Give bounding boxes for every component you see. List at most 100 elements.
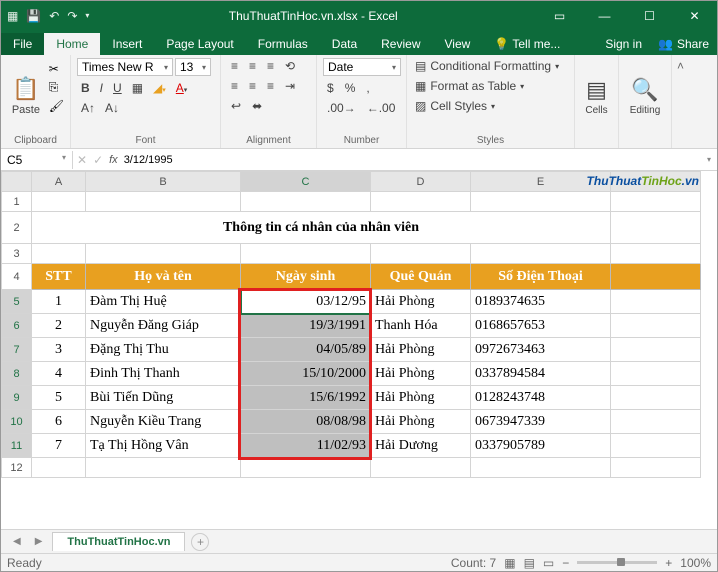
zoom-out-icon[interactable]: − xyxy=(562,556,569,570)
cell[interactable]: 11/02/93 xyxy=(241,434,371,458)
font-name-combo[interactable]: Times New R▾ xyxy=(77,58,173,76)
cell[interactable]: Bùi Tiến Dũng xyxy=(86,386,241,410)
cell[interactable] xyxy=(611,192,701,212)
cell[interactable]: Hải Phòng xyxy=(371,362,471,386)
cell[interactable]: 08/08/98 xyxy=(241,410,371,434)
align-right-icon[interactable]: ≡ xyxy=(263,78,278,94)
cell[interactable]: 0189374635 xyxy=(471,290,611,314)
cell[interactable]: 0673947339 xyxy=(471,410,611,434)
font-color-button[interactable]: A▾ xyxy=(172,80,192,96)
row-header[interactable]: 6 xyxy=(2,314,32,338)
bold-button[interactable]: B xyxy=(77,80,94,96)
cell[interactable]: Hải Phòng xyxy=(371,290,471,314)
cell[interactable]: 19/3/1991 xyxy=(241,314,371,338)
cell[interactable]: 0337905789 xyxy=(471,434,611,458)
italic-button[interactable]: I xyxy=(96,80,107,96)
cell[interactable]: Nguyễn Đăng Giáp xyxy=(86,314,241,338)
grow-font-button[interactable]: A↑ xyxy=(77,100,99,116)
editing-button[interactable]: 🔍Editing xyxy=(625,58,665,134)
row-header[interactable]: 3 xyxy=(2,244,32,264)
expand-formula-icon[interactable]: ▾ xyxy=(701,155,717,164)
comma-icon[interactable]: , xyxy=(362,80,373,96)
align-bottom-icon[interactable]: ≡ xyxy=(263,58,278,74)
cell[interactable]: 0972673463 xyxy=(471,338,611,362)
cell[interactable]: Hải Phòng xyxy=(371,386,471,410)
tab-insert[interactable]: Insert xyxy=(100,33,154,55)
border-button[interactable]: ▦ xyxy=(128,80,147,96)
currency-icon[interactable]: $ xyxy=(323,80,338,96)
cell[interactable]: Quê Quán xyxy=(371,264,471,290)
sheet-tab[interactable]: ThuThuatTinHoc.vn xyxy=(52,532,185,551)
tell-me[interactable]: 💡 Tell me... xyxy=(482,33,572,55)
cell[interactable]: Ngày sinh xyxy=(241,264,371,290)
cell[interactable] xyxy=(611,386,701,410)
cell[interactable] xyxy=(241,244,371,264)
col-header[interactable]: C xyxy=(241,172,371,192)
save-icon[interactable]: 💾 xyxy=(26,9,41,23)
minimize-button[interactable]: — xyxy=(582,1,627,30)
row-header[interactable]: 12 xyxy=(2,458,32,478)
cell[interactable] xyxy=(371,192,471,212)
cell[interactable] xyxy=(471,458,611,478)
cell[interactable] xyxy=(241,458,371,478)
row-header[interactable]: 2 xyxy=(2,212,32,244)
number-format-combo[interactable]: Date▾ xyxy=(323,58,401,76)
close-button[interactable]: ✕ xyxy=(672,1,717,30)
cell[interactable]: 7 xyxy=(32,434,86,458)
collapse-ribbon-icon[interactable]: ˄ xyxy=(671,55,689,148)
format-painter-icon[interactable]: 🖌 xyxy=(49,99,64,113)
cell[interactable] xyxy=(371,244,471,264)
paste-button[interactable]: 📋 Paste xyxy=(7,58,45,134)
cell[interactable]: Hải Dương xyxy=(371,434,471,458)
cell[interactable] xyxy=(611,212,701,244)
cell[interactable] xyxy=(611,290,701,314)
format-as-table-button[interactable]: ▦Format as Table ▾ xyxy=(413,78,568,94)
tab-formulas[interactable]: Formulas xyxy=(246,33,320,55)
tab-view[interactable]: View xyxy=(433,33,483,55)
cells-button[interactable]: ▤Cells xyxy=(581,58,612,134)
cell[interactable]: Đặng Thị Thu xyxy=(86,338,241,362)
tab-nav-prev-icon[interactable]: ◀ xyxy=(9,536,25,547)
cell[interactable]: Tạ Thị Hồng Vân xyxy=(86,434,241,458)
align-middle-icon[interactable]: ≡ xyxy=(245,58,260,74)
cell[interactable]: Họ và tên xyxy=(86,264,241,290)
copy-icon[interactable]: ⎘ xyxy=(49,80,64,95)
col-header[interactable] xyxy=(2,172,32,192)
cell[interactable]: 3 xyxy=(32,338,86,362)
cell[interactable] xyxy=(611,244,701,264)
cell[interactable]: Hải Phòng xyxy=(371,410,471,434)
title-cell[interactable]: Thông tin cá nhân của nhân viên xyxy=(32,212,611,244)
cell[interactable] xyxy=(371,458,471,478)
enter-icon[interactable]: ✓ xyxy=(93,153,103,167)
cell[interactable] xyxy=(611,410,701,434)
merge-button[interactable]: ⬌ xyxy=(248,98,266,114)
percent-icon[interactable]: % xyxy=(341,80,360,96)
cell[interactable]: 03/12/95 xyxy=(241,290,371,314)
fill-color-button[interactable]: ◢▾ xyxy=(149,80,170,96)
cell[interactable]: 0168657653 xyxy=(471,314,611,338)
row-header[interactable]: 8 xyxy=(2,362,32,386)
align-center-icon[interactable]: ≡ xyxy=(245,78,260,94)
cell[interactable]: Nguyễn Kiều Trang xyxy=(86,410,241,434)
row-header[interactable]: 9 xyxy=(2,386,32,410)
cell[interactable]: Hải Phòng xyxy=(371,338,471,362)
cell[interactable]: 6 xyxy=(32,410,86,434)
worksheet-grid[interactable]: ABCDE 12Thông tin cá nhân của nhân viên3… xyxy=(1,171,717,543)
shrink-font-button[interactable]: A↓ xyxy=(101,100,123,116)
row-header[interactable]: 1 xyxy=(2,192,32,212)
wrap-text-button[interactable]: ↩ xyxy=(227,98,245,114)
cell[interactable]: 15/10/2000 xyxy=(241,362,371,386)
cell[interactable]: Thanh Hóa xyxy=(371,314,471,338)
tab-review[interactable]: Review xyxy=(369,33,432,55)
tab-data[interactable]: Data xyxy=(320,33,369,55)
cell[interactable]: 15/6/1992 xyxy=(241,386,371,410)
align-top-icon[interactable]: ≡ xyxy=(227,58,242,74)
undo-icon[interactable]: ↶ xyxy=(49,9,59,23)
col-header[interactable]: B xyxy=(86,172,241,192)
fx-icon[interactable]: fx xyxy=(109,154,118,166)
zoom-in-icon[interactable]: + xyxy=(665,556,672,570)
tab-page-layout[interactable]: Page Layout xyxy=(154,33,245,55)
row-header[interactable]: 5 xyxy=(2,290,32,314)
view-layout-icon[interactable]: ▤ xyxy=(524,556,535,570)
cell-styles-button[interactable]: ▨Cell Styles ▾ xyxy=(413,98,568,114)
